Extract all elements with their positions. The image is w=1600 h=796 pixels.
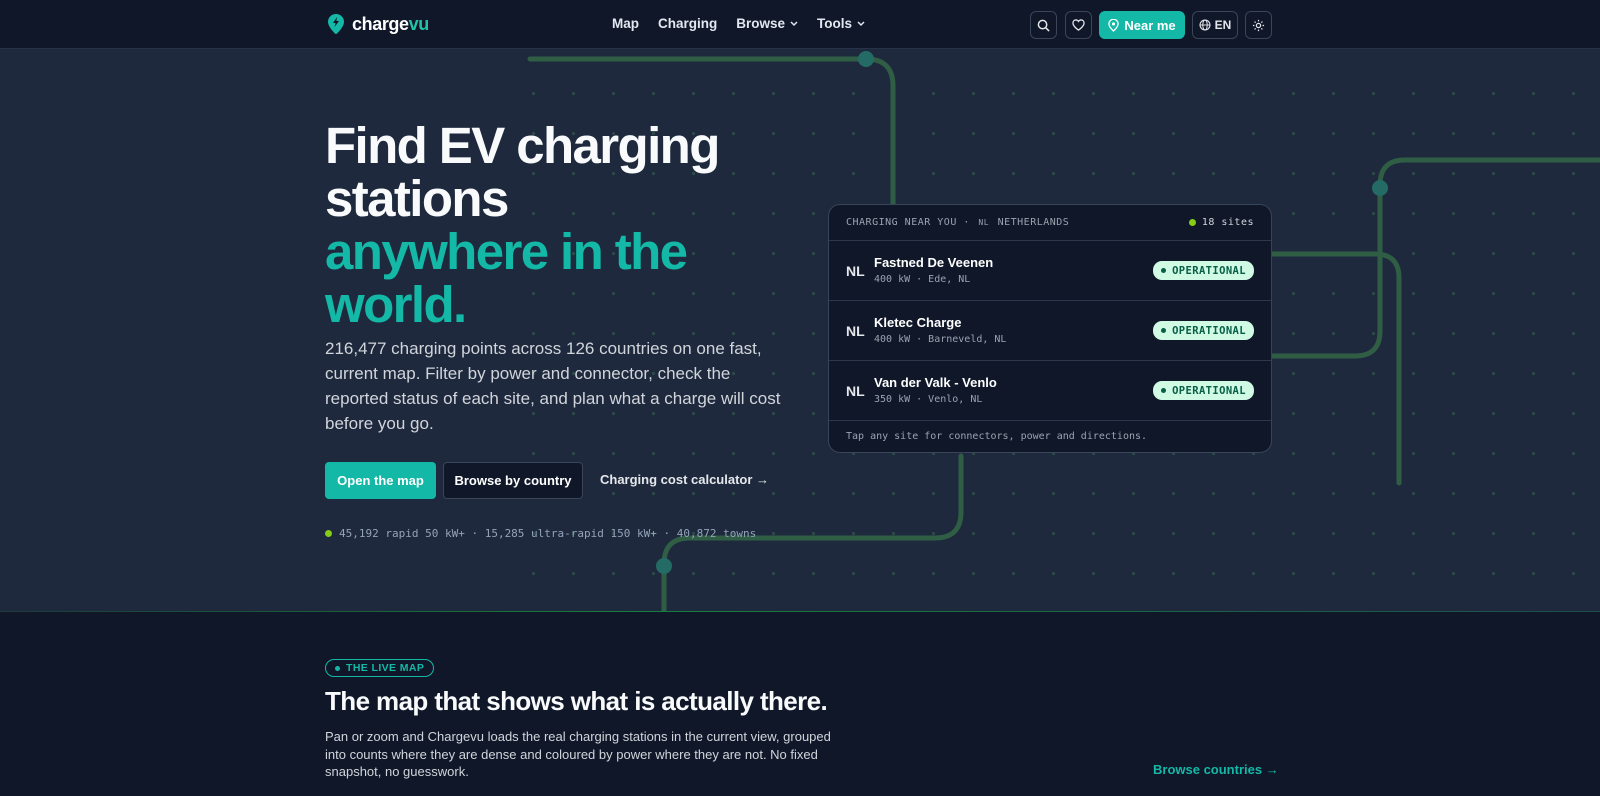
site-row[interactable]: NL Van der Valk - Venlo 350 kW · Venlo, …	[829, 361, 1271, 421]
country-flag: NL	[978, 218, 990, 227]
card-header: CHARGING NEAR YOU · NL NETHERLANDS 18 si…	[829, 205, 1271, 241]
status-badge: OPERATIONAL	[1153, 261, 1254, 280]
lightning-pin-icon	[328, 14, 344, 34]
status-badge: OPERATIONAL	[1153, 381, 1254, 400]
site-meta: 400 kW · Ede, NL	[874, 274, 971, 285]
site-name: Kletec Charge	[874, 315, 962, 330]
hero-title-line: stations	[325, 170, 509, 227]
site-meta: 350 kW · Venlo, NL	[874, 394, 983, 405]
status-dot	[1188, 219, 1196, 226]
site-name: Van der Valk - Venlo	[874, 375, 997, 390]
globe-icon	[1199, 19, 1211, 31]
brand-name: chargevu	[352, 13, 429, 34]
chevron-down-icon	[857, 20, 865, 26]
map-pin-icon	[1108, 18, 1120, 32]
hero-title-accent: anywhere in the	[325, 223, 688, 280]
status-badge: OPERATIONAL	[1153, 321, 1254, 340]
heart-icon	[1072, 19, 1085, 31]
hero-section: Find EV charging stations anywhere in th…	[0, 49, 1600, 612]
near-me-label: Near me	[1124, 17, 1176, 33]
country-code: NL	[846, 383, 865, 399]
cost-calculator-link[interactable]: Charging cost calculator →	[600, 472, 769, 487]
route-map-background	[520, 51, 1600, 612]
chevron-down-icon	[790, 20, 798, 26]
site-row[interactable]: NL Kletec Charge 400 kW · Barneveld, NL …	[829, 301, 1271, 361]
live-map-section: THE LIVE MAP The map that shows what is …	[0, 612, 1600, 796]
nearby-sites-card: CHARGING NEAR YOU · NL NETHERLANDS 18 si…	[828, 204, 1272, 453]
near-me-button[interactable]: Near me	[1099, 11, 1185, 39]
site-meta: 400 kW · Barneveld, NL	[874, 334, 1007, 345]
search-icon	[1037, 19, 1050, 32]
sun-icon	[1252, 19, 1265, 31]
status-dot	[325, 530, 332, 537]
open-map-button[interactable]: Open the map	[325, 462, 436, 499]
stats-line: 45,192 rapid 50 kW+ · 15,285 ultra-rapid…	[325, 527, 756, 540]
site-name: Fastned De Veenen	[874, 255, 994, 270]
language-select[interactable]: EN	[1192, 11, 1238, 39]
browse-countries-link[interactable]: Browse countries →	[1153, 762, 1279, 777]
main-menu: Map Charging Browse Tools	[612, 16, 865, 31]
hero-title-accent: world.	[325, 276, 467, 333]
favorites-button[interactable]	[1065, 11, 1092, 39]
brand-logo[interactable]: chargevu	[327, 13, 429, 35]
nav-item-browse[interactable]: Browse	[736, 16, 798, 31]
theme-toggle[interactable]	[1245, 11, 1272, 39]
hero-description: 216,477 charging points across 126 count…	[325, 339, 781, 433]
language-label: EN	[1214, 18, 1232, 32]
nav-item-tools[interactable]: Tools	[817, 16, 865, 31]
top-nav: chargevu Map Charging Browse Tools Near …	[0, 0, 1600, 49]
country-code: NL	[846, 263, 865, 279]
section-badge: THE LIVE MAP	[325, 659, 435, 677]
section-title: The map that shows what is actually ther…	[325, 686, 828, 716]
nav-item-map[interactable]: Map	[612, 16, 639, 31]
nav-item-charging[interactable]: Charging	[658, 16, 717, 31]
hero-title: Find EV charging stations anywhere in th…	[325, 117, 720, 333]
browse-by-country-button[interactable]: Browse by country	[443, 462, 583, 499]
section-description: Pan or zoom and Chargevu loads the real …	[325, 729, 831, 779]
card-header-location: CHARGING NEAR YOU · NL NETHERLANDS	[846, 217, 1070, 228]
hero-title-line: Find EV charging	[325, 117, 720, 174]
search-button[interactable]	[1030, 11, 1057, 39]
stats-text: 45,192 rapid 50 kW+ · 15,285 ultra-rapid…	[339, 527, 757, 540]
card-footer: Tap any site for connectors, power and d…	[846, 431, 1148, 442]
site-row[interactable]: NL Fastned De Veenen 400 kW · Ede, NL OP…	[829, 241, 1271, 301]
site-count: 18 sites	[1188, 217, 1254, 228]
country-code: NL	[846, 323, 865, 339]
